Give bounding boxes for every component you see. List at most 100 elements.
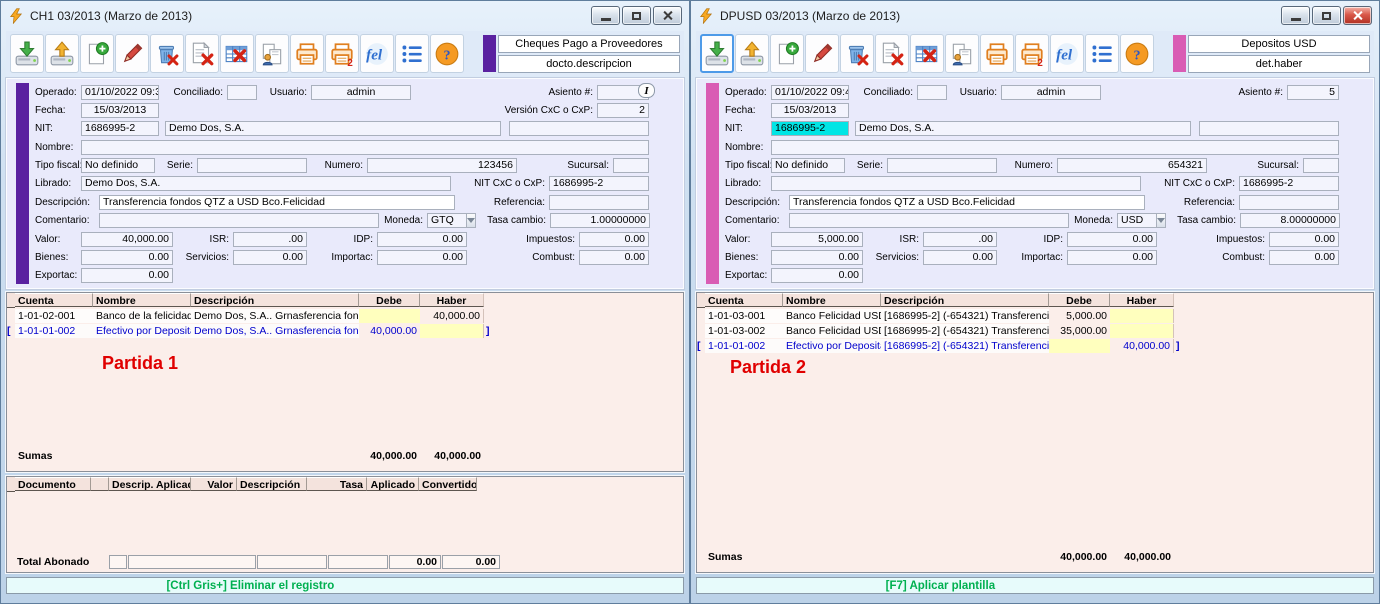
nombre-field[interactable]: [771, 140, 1339, 155]
comentario-field[interactable]: [789, 213, 1069, 228]
numero-field[interactable]: 654321: [1057, 158, 1207, 173]
importac-field[interactable]: 0.00: [377, 250, 467, 265]
importac-field[interactable]: 0.00: [1067, 250, 1157, 265]
bienes-field[interactable]: 0.00: [81, 250, 173, 265]
descripcion-field[interactable]: Transferencia fondos QTZ a USD Bco.Felic…: [789, 195, 1145, 210]
tasa-cambio-field[interactable]: 8.00000000: [1240, 213, 1340, 228]
grid-row[interactable]: 1-01-03-002 Banco Felicidad USD Cta.01- …: [697, 323, 1373, 338]
nit-extra-field[interactable]: [509, 121, 649, 136]
doc-type-selector[interactable]: Depositos USD: [1188, 35, 1370, 53]
doc-type-selector[interactable]: Cheques Pago a Proveedores: [498, 35, 680, 53]
maximize-button[interactable]: [622, 6, 651, 25]
descripcion-cell[interactable]: [1686995-2] (-654321) Transferencia fond…: [881, 309, 1049, 323]
descripcion-cell[interactable]: Demo Dos, S.A.. Grnasferencia fondos QTZ…: [191, 309, 359, 323]
save-button[interactable]: [10, 34, 44, 73]
grid-row-selected[interactable]: [ 1-01-01-002 Efectivo por Depositar [16…: [697, 338, 1373, 353]
print-button[interactable]: [290, 34, 324, 73]
descripcion-cell[interactable]: Demo Dos, S.A.. Grnasferencia fondos QTZ…: [191, 324, 359, 338]
sucursal-field[interactable]: [1303, 158, 1339, 173]
moneda-dropdown-button[interactable]: [1157, 213, 1166, 228]
debe-cell[interactable]: 5,000.00: [1049, 309, 1110, 323]
fecha-field[interactable]: 15/03/2013: [81, 103, 159, 118]
cancel-document-button[interactable]: [185, 34, 219, 73]
export-button[interactable]: [45, 34, 79, 73]
delete-detail-button[interactable]: [910, 34, 944, 73]
nombre-cell[interactable]: Banco Felicidad USD Cta.01-: [783, 324, 881, 338]
exportac-field[interactable]: 0.00: [771, 268, 863, 283]
print-detail-button[interactable]: [1015, 34, 1049, 73]
referencia-field[interactable]: [549, 195, 649, 210]
doc-binding-selector[interactable]: docto.descripcion: [498, 55, 680, 73]
conciliado-field[interactable]: [917, 85, 947, 100]
version-field[interactable]: 2: [597, 103, 649, 118]
titlebar[interactable]: CH1 03/2013 (Marzo de 2013): [1, 1, 689, 30]
grid-row-selected[interactable]: [ 1-01-01-002 Efectivo por Depositar Dem…: [7, 323, 683, 338]
comentario-field[interactable]: [99, 213, 379, 228]
librado-field[interactable]: Demo Dos, S.A.: [81, 176, 451, 191]
nit-extra-field[interactable]: [1199, 121, 1339, 136]
delete-record-button[interactable]: [150, 34, 184, 73]
nit-nombre-field[interactable]: Demo Dos, S.A.: [855, 121, 1191, 136]
librado-field[interactable]: [771, 176, 1141, 191]
cuenta-cell[interactable]: 1-01-01-002: [705, 339, 783, 353]
referencia-field[interactable]: [1239, 195, 1339, 210]
nombre-field[interactable]: [81, 140, 649, 155]
save-button[interactable]: [700, 34, 734, 73]
debe-cell[interactable]: [359, 309, 420, 323]
bienes-field[interactable]: 0.00: [771, 250, 863, 265]
export-button[interactable]: [735, 34, 769, 73]
exportac-field[interactable]: 0.00: [81, 268, 173, 283]
impuestos-field[interactable]: 0.00: [1269, 232, 1339, 247]
nit-field[interactable]: 1686995-2: [771, 121, 849, 136]
isr-field[interactable]: .00: [233, 232, 307, 247]
minimize-button[interactable]: [591, 6, 620, 25]
delete-detail-button[interactable]: [220, 34, 254, 73]
grid-row[interactable]: 1-01-02-001 Banco de la felicidad QTZ Ct…: [7, 308, 683, 323]
haber-cell[interactable]: 40,000.00: [1110, 339, 1174, 353]
help-button[interactable]: [1120, 34, 1154, 73]
valor-field[interactable]: 5,000.00: [771, 232, 863, 247]
minimize-button[interactable]: [1281, 6, 1310, 25]
operado-field[interactable]: 01/10/2022 09:35: [81, 85, 159, 100]
combust-field[interactable]: 0.00: [579, 250, 649, 265]
tipo-fiscal-field[interactable]: No definido: [771, 158, 845, 173]
debe-cell[interactable]: 40,000.00: [359, 324, 420, 338]
doc-binding-selector[interactable]: det.haber: [1188, 55, 1370, 73]
descripcion-field[interactable]: Transferencia fondos QTZ a USD Bco.Felic…: [99, 195, 455, 210]
nit-field[interactable]: 1686995-2: [81, 121, 159, 136]
operado-field[interactable]: 01/10/2022 09:41: [771, 85, 849, 100]
nombre-cell[interactable]: Efectivo por Depositar: [93, 324, 191, 338]
usuario-field[interactable]: admin: [1001, 85, 1101, 100]
asiento-field[interactable]: 5: [1287, 85, 1339, 100]
nit-nombre-field[interactable]: Demo Dos, S.A.: [165, 121, 501, 136]
nit-cxc-field[interactable]: 1686995-2: [1239, 176, 1339, 191]
cuenta-cell[interactable]: 1-01-03-002: [705, 324, 783, 338]
moneda-field[interactable]: USD: [1117, 213, 1157, 228]
haber-cell[interactable]: [1110, 324, 1174, 338]
print-button[interactable]: [980, 34, 1014, 73]
debe-cell[interactable]: 35,000.00: [1049, 324, 1110, 338]
haber-cell[interactable]: [1110, 309, 1174, 323]
debe-cell[interactable]: [1049, 339, 1110, 353]
combust-field[interactable]: 0.00: [1269, 250, 1339, 265]
tipo-fiscal-field[interactable]: No definido: [81, 158, 155, 173]
fecha-field[interactable]: 15/03/2013: [771, 103, 849, 118]
idp-field[interactable]: 0.00: [377, 232, 467, 247]
close-button[interactable]: [653, 6, 682, 25]
impuestos-field[interactable]: 0.00: [579, 232, 649, 247]
tasa-cambio-field[interactable]: 1.00000000: [550, 213, 650, 228]
fel-button[interactable]: [360, 34, 394, 73]
new-record-button[interactable]: [770, 34, 804, 73]
serie-field[interactable]: [197, 158, 307, 173]
nombre-cell[interactable]: Banco de la felicidad QTZ Ct: [93, 309, 191, 323]
moneda-dropdown-button[interactable]: [467, 213, 476, 228]
italic-info-button[interactable]: I: [638, 83, 655, 98]
servicios-field[interactable]: 0.00: [233, 250, 307, 265]
edit-button[interactable]: [115, 34, 149, 73]
nombre-cell[interactable]: Efectivo por Depositar: [783, 339, 881, 353]
close-button[interactable]: [1343, 6, 1372, 25]
cancel-document-button[interactable]: [875, 34, 909, 73]
servicios-field[interactable]: 0.00: [923, 250, 997, 265]
valor-field[interactable]: 40,000.00: [81, 232, 173, 247]
titlebar[interactable]: DPUSD 03/2013 (Marzo de 2013): [691, 1, 1379, 30]
